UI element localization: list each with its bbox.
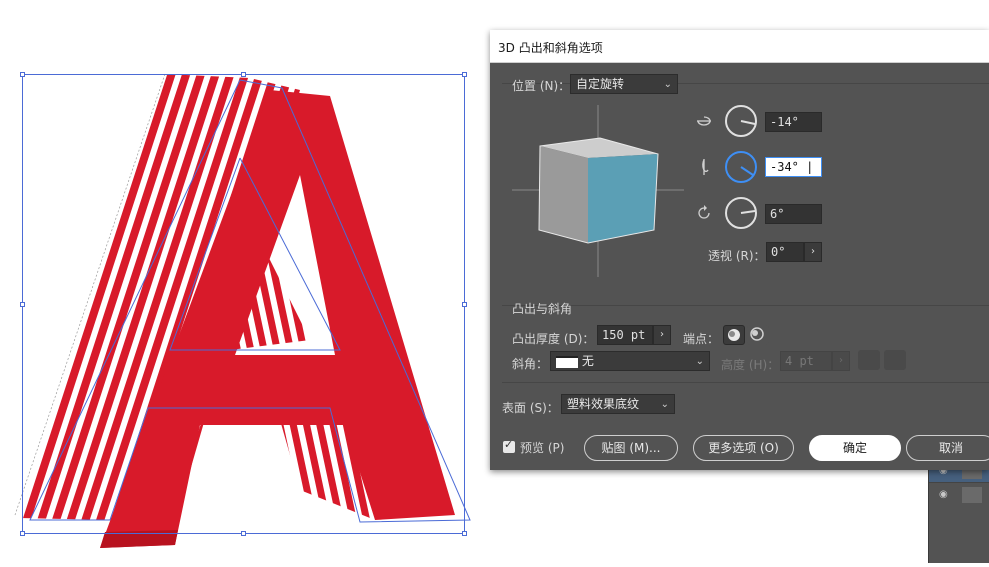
- perspective-label: 透视 (R)：: [708, 249, 766, 263]
- perspective-slider-button[interactable]: ›: [804, 242, 822, 262]
- rotate-x-field[interactable]: -14°: [765, 112, 822, 132]
- dialog-title: 3D 凸出和斜角选项: [498, 41, 603, 55]
- rotate-y-dial[interactable]: [724, 150, 758, 184]
- extrude-bevel-dialog: 3D 凸出和斜角选项 位置 (N)： 自定旋转 ⌄ -14° -34° | 6°…: [490, 30, 989, 470]
- height-slider-button[interactable]: ›: [832, 351, 850, 371]
- rotation-cube-preview[interactable]: [512, 105, 684, 277]
- group-frame-bottom: [502, 382, 989, 383]
- bevel-swatch: [556, 355, 578, 368]
- extrude-section-title: 凸出与斜角: [512, 302, 573, 316]
- rotate-x-icon: [697, 116, 711, 126]
- bevel-dropdown[interactable]: 无 ⌄: [550, 351, 710, 371]
- resize-handle[interactable]: [20, 72, 25, 77]
- resize-handle[interactable]: [462, 302, 467, 307]
- cancel-button[interactable]: 取消: [906, 435, 989, 461]
- extrude-depth-field[interactable]: 150 pt: [597, 325, 653, 345]
- chevron-down-icon: ⌄: [695, 356, 704, 367]
- cap-off-icon[interactable]: [747, 325, 769, 345]
- resize-handle[interactable]: [241, 531, 246, 536]
- position-label: 位置 (N)：: [512, 79, 571, 93]
- chevron-down-icon: ⌄: [663, 79, 672, 90]
- rotate-y-value: -34°: [770, 160, 799, 174]
- chevron-down-icon: ⌄: [660, 399, 669, 410]
- surface-dropdown[interactable]: 塑料效果底纹 ⌄: [561, 394, 675, 414]
- rotate-z-field[interactable]: 6°: [765, 204, 822, 224]
- text-cursor: |: [798, 160, 814, 174]
- more-options-button[interactable]: 更多选项 (O): [693, 435, 794, 461]
- group-frame-top: [502, 305, 989, 306]
- rotate-z-dial[interactable]: [724, 196, 758, 230]
- selection-bounding-box: [22, 74, 465, 534]
- bevel-in-icon[interactable]: [884, 350, 906, 370]
- surface-label: 表面 (S)：: [502, 401, 559, 415]
- bevel-label: 斜角：: [512, 357, 549, 371]
- cap-on-icon[interactable]: [723, 325, 745, 345]
- height-field[interactable]: 4 pt: [780, 351, 832, 371]
- cap-label: 端点：: [683, 332, 720, 346]
- eye-icon[interactable]: ◉: [939, 489, 948, 500]
- dialog-titlebar[interactable]: 3D 凸出和斜角选项: [490, 30, 989, 63]
- checkmark-icon: ✓: [504, 438, 514, 451]
- position-dropdown[interactable]: 自定旋转 ⌄: [570, 74, 678, 94]
- rotate-z-icon: [698, 205, 710, 219]
- position-value: 自定旋转: [576, 77, 625, 91]
- rotate-x-dial[interactable]: [724, 104, 758, 138]
- layer-row[interactable]: ◉: [929, 482, 989, 507]
- perspective-field[interactable]: 0°: [766, 242, 804, 262]
- preview-label[interactable]: 预览 (P): [520, 439, 564, 456]
- resize-handle[interactable]: [462, 72, 467, 77]
- extrude-depth-slider-button[interactable]: ›: [653, 325, 671, 345]
- bevel-value: 无: [581, 354, 594, 368]
- height-label: 高度 (H)：: [721, 358, 780, 372]
- preview-checkbox[interactable]: ✓: [503, 438, 515, 453]
- resize-handle[interactable]: [462, 531, 467, 536]
- resize-handle[interactable]: [20, 531, 25, 536]
- layer-thumbnail: [962, 487, 982, 503]
- ok-button[interactable]: 确定: [809, 435, 901, 461]
- surface-value: 塑料效果底纹: [567, 397, 640, 411]
- rotate-y-field[interactable]: -34° |: [765, 157, 822, 177]
- rotate-y-icon: [702, 159, 709, 175]
- map-button[interactable]: 贴图 (M)...: [584, 435, 678, 461]
- resize-handle[interactable]: [241, 72, 246, 77]
- extrude-depth-label: 凸出厚度 (D)：: [512, 332, 595, 346]
- resize-handle[interactable]: [20, 302, 25, 307]
- bevel-out-icon[interactable]: [858, 350, 880, 370]
